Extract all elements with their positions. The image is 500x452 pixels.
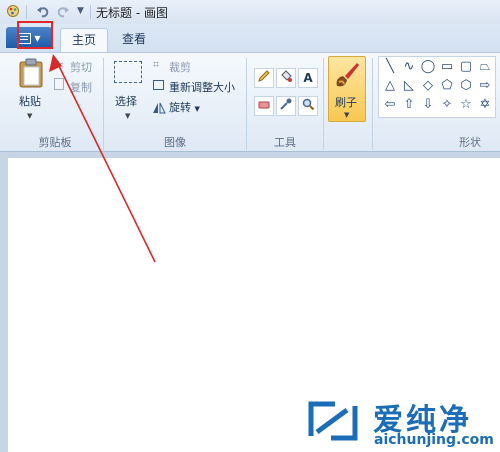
crop-button[interactable]: 裁剪 — [169, 59, 191, 75]
brushes-label: 刷子 — [335, 96, 357, 109]
right-triangle-shape-icon[interactable]: ◺ — [400, 77, 418, 95]
five-point-star-shape-icon[interactable]: ☆ — [457, 96, 475, 114]
title-bar: ▼ 无标题 - 画图 — [0, 0, 500, 25]
shapes-gallery: ╲ ∿ ◯ ▭ ▢ ⏢ △ ◺ ◇ ⬠ ⬡ ⇨ ⇦ ⇧ ⇩ ✧ ☆ ✡ — [378, 56, 496, 118]
rotate-button[interactable]: 旋转 ▼ — [169, 99, 200, 115]
text-icon[interactable]: A — [298, 68, 318, 88]
color-picker-icon[interactable] — [276, 96, 296, 116]
redo-icon[interactable] — [56, 4, 70, 21]
paste-icon[interactable] — [18, 58, 44, 88]
select-icon[interactable] — [114, 61, 142, 83]
triangle-shape-icon[interactable]: △ — [381, 77, 399, 95]
up-arrow-shape-icon[interactable]: ⇧ — [400, 96, 418, 114]
rotate-icon — [152, 99, 166, 118]
select-button[interactable]: 选择 — [115, 93, 137, 109]
left-arrow-shape-icon[interactable]: ⇦ — [381, 96, 399, 114]
resize-icon — [153, 80, 164, 90]
brushes-button[interactable]: 刷子 ▼ — [328, 56, 366, 122]
clipboard-group-label: 剪贴板 — [38, 136, 72, 149]
scissors-icon: ✂ — [54, 58, 65, 72]
fill-icon[interactable] — [276, 68, 296, 88]
brush-icon — [333, 60, 361, 94]
chevron-down-icon: ▼ — [194, 105, 200, 113]
polygon-shape-icon[interactable]: ⏢ — [476, 58, 494, 76]
chevron-down-icon[interactable]: ▼ — [125, 112, 130, 120]
chevron-down-icon[interactable]: ▼ — [27, 112, 32, 120]
watermark-logo — [305, 398, 361, 444]
tab-view[interactable]: 查看 — [112, 28, 156, 52]
line-shape-icon[interactable]: ╲ — [381, 58, 399, 76]
image-group-label: 图像 — [164, 136, 186, 149]
chevron-down-icon: ▼ — [344, 111, 350, 119]
rectangle-shape-icon[interactable]: ▭ — [438, 58, 456, 76]
right-arrow-shape-icon[interactable]: ⇨ — [476, 77, 494, 95]
rotate-label: 旋转 — [169, 101, 191, 114]
highlight-box — [17, 21, 53, 49]
hexagon-shape-icon[interactable]: ⬡ — [457, 77, 475, 95]
crop-icon: ⌗ — [153, 58, 160, 71]
pentagon-shape-icon[interactable]: ⬠ — [438, 77, 456, 95]
paint-app-icon[interactable] — [6, 4, 20, 21]
diamond-shape-icon[interactable]: ◇ — [419, 77, 437, 95]
six-point-star-shape-icon[interactable]: ✡ — [476, 96, 494, 114]
customize-quick-access-icon[interactable]: ▼ — [77, 6, 84, 16]
watermark-url: aichunjing.com — [374, 432, 494, 448]
oval-shape-icon[interactable]: ◯ — [419, 58, 437, 76]
resize-button[interactable]: 重新调整大小 — [169, 79, 235, 95]
copy-button[interactable]: 复制 — [70, 79, 92, 95]
paste-button[interactable]: 粘贴 — [19, 93, 41, 109]
tools-group-label: 工具 — [274, 136, 296, 149]
magnifier-icon[interactable] — [298, 96, 318, 116]
cut-button[interactable]: 剪切 — [70, 59, 92, 75]
copy-icon — [54, 78, 64, 90]
undo-icon[interactable] — [36, 4, 50, 21]
eraser-icon[interactable] — [254, 96, 274, 116]
four-point-star-shape-icon[interactable]: ✧ — [438, 96, 456, 114]
window-title: 无标题 - 画图 — [96, 6, 168, 20]
pencil-icon[interactable] — [254, 68, 274, 88]
down-arrow-shape-icon[interactable]: ⇩ — [419, 96, 437, 114]
shapes-group-label: 形状 — [459, 136, 481, 149]
curve-shape-icon[interactable]: ∿ — [400, 58, 418, 76]
rounded-rectangle-shape-icon[interactable]: ▢ — [457, 58, 475, 76]
tab-home[interactable]: 主页 — [60, 28, 108, 53]
